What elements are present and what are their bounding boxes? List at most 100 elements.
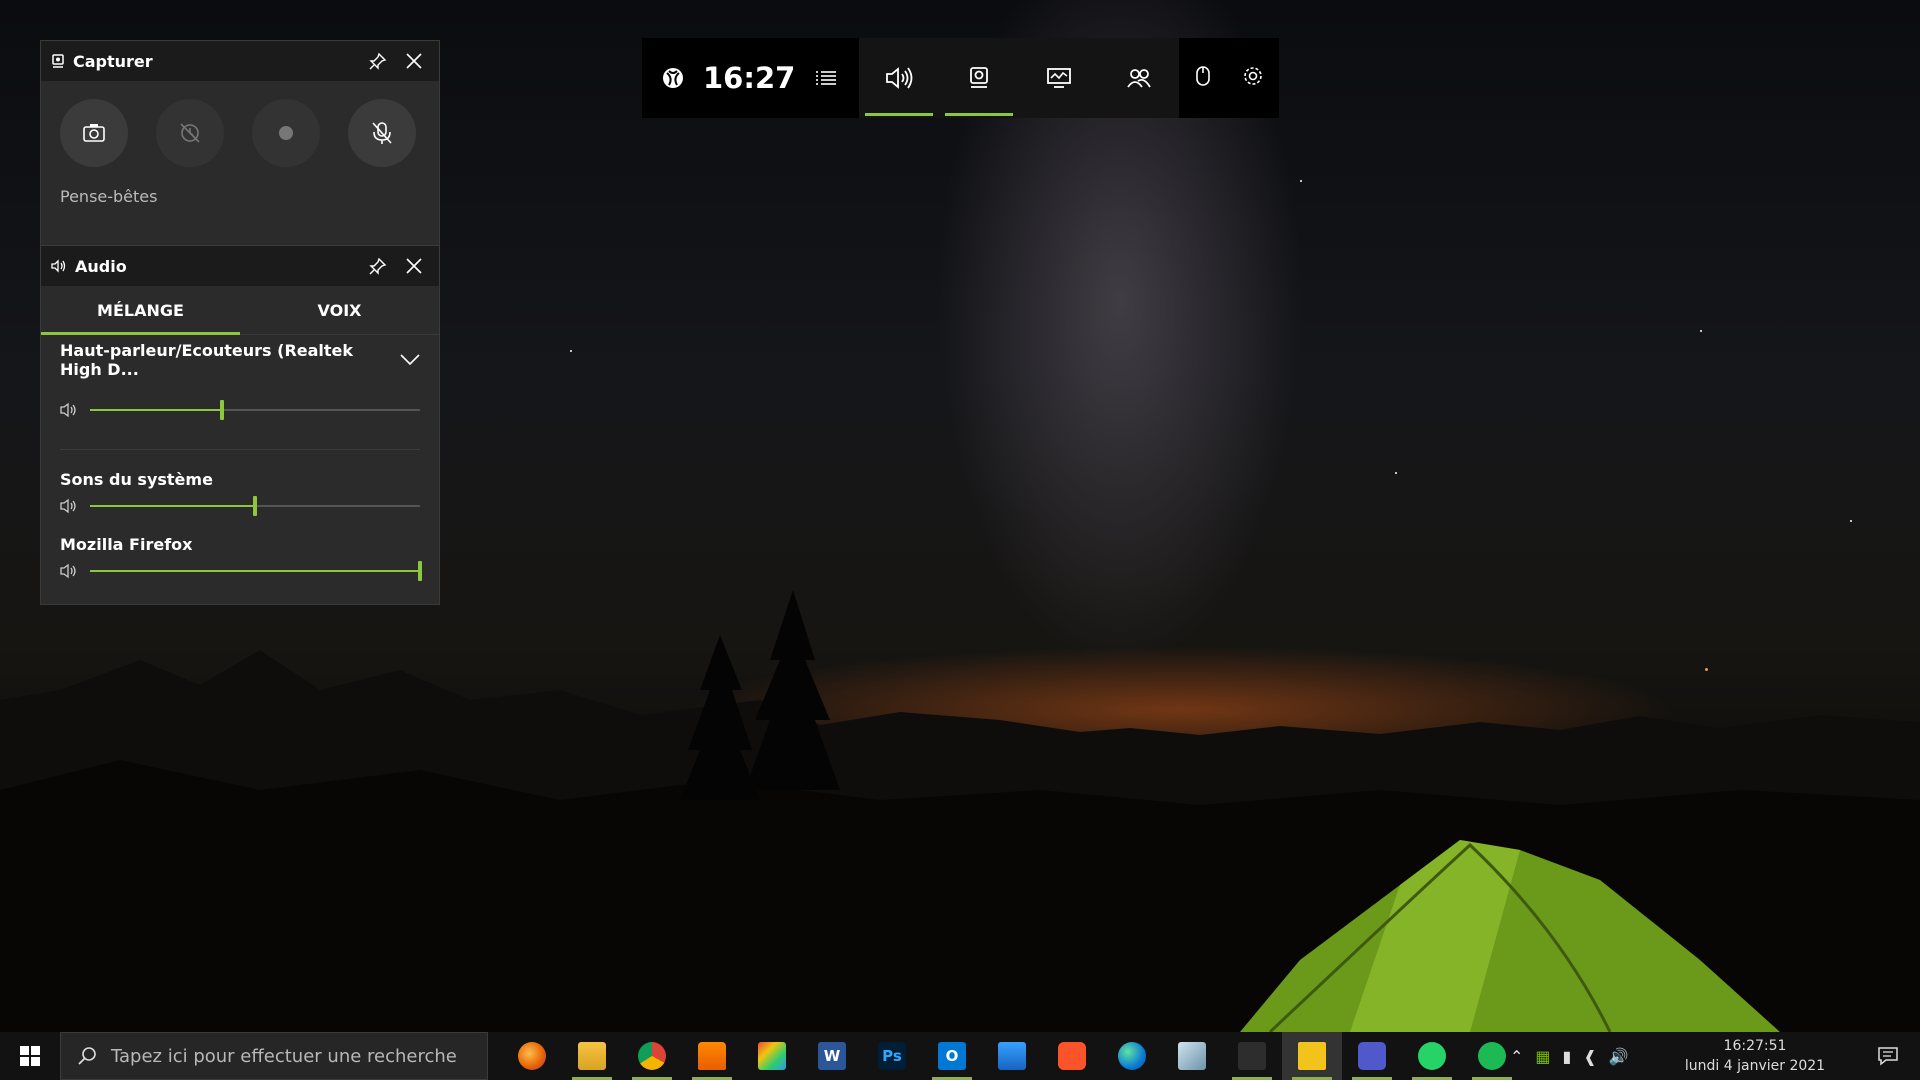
taskbar-app-phone-app[interactable] — [982, 1032, 1042, 1080]
search-placeholder: Tapez ici pour effectuer une recherche — [111, 1045, 457, 1067]
app-name-firefox: Mozilla Firefox — [60, 535, 193, 554]
volume-icon[interactable]: 🔊 — [1609, 1047, 1629, 1066]
taskbar: Tapez ici pour effectuer une recherche W… — [0, 1032, 1920, 1080]
taskbar-date: lundi 4 janvier 2021 — [1684, 1058, 1826, 1074]
speaker-icon — [60, 563, 76, 579]
battery-icon[interactable]: ▮ — [1563, 1047, 1572, 1066]
taskbar-apps: W Ps O — [502, 1032, 1522, 1080]
taskbar-app-chrome[interactable] — [622, 1032, 682, 1080]
firefox-icon — [518, 1042, 546, 1070]
widget-menu-icon[interactable] — [813, 65, 839, 91]
taskbar-app-equalizer-app[interactable] — [1222, 1032, 1282, 1080]
close-icon[interactable] — [399, 251, 429, 281]
pin-icon[interactable] — [363, 251, 393, 281]
chrome-icon — [638, 1042, 666, 1070]
spotify-icon — [1478, 1042, 1506, 1070]
photoshop-icon: Ps — [878, 1042, 906, 1070]
taskbar-time: 16:27:51 — [1723, 1038, 1787, 1054]
game-bar: 16:27 — [642, 38, 1279, 118]
game-bar-settings-area — [1179, 38, 1279, 118]
mouse-icon[interactable] — [1195, 65, 1211, 91]
audio-widget-title: Audio — [75, 256, 127, 276]
system-sounds-volume-row — [41, 491, 439, 521]
wifi-icon[interactable]: ❰ — [1583, 1047, 1596, 1066]
audio-widget: Audio MÉLANGE VOIX Haut-parleur/Ecouteur… — [40, 245, 440, 605]
capture-widget-button[interactable] — [939, 38, 1019, 118]
record-last-button[interactable] — [156, 99, 224, 167]
taskbar-app-vlc[interactable] — [682, 1032, 742, 1080]
capture-widget: Capturer Pense-bêtes — [40, 40, 440, 250]
taskbar-clock[interactable]: 16:27:51 lundi 4 janvier 2021 — [1680, 1032, 1830, 1080]
notes-label: Pense-bêtes — [60, 187, 158, 206]
audio-widget-header[interactable]: Audio — [41, 246, 439, 286]
speaker-icon — [60, 402, 76, 418]
taskbar-app-files-app[interactable] — [1162, 1032, 1222, 1080]
system-sounds-volume-thumb[interactable] — [253, 496, 257, 516]
xbox-icon[interactable] — [660, 65, 686, 91]
chevron-down-icon — [400, 354, 420, 366]
taskbar-app-edge[interactable] — [1102, 1032, 1162, 1080]
capture-small-icon — [52, 54, 64, 68]
teams-icon — [1358, 1042, 1386, 1070]
capture-widget-title: Capturer — [73, 51, 153, 71]
screenshot-button[interactable] — [60, 99, 128, 167]
start-button[interactable] — [0, 1032, 60, 1080]
game-bar-clock: 16:27 — [703, 61, 796, 95]
settings-icon[interactable] — [1242, 65, 1264, 91]
capture-icon — [970, 67, 988, 88]
whatsapp-icon — [1418, 1042, 1446, 1070]
microphone-off-icon — [372, 122, 392, 144]
color-app-icon — [758, 1042, 786, 1070]
social-icon — [1127, 69, 1151, 88]
taskbar-app-teams[interactable] — [1342, 1032, 1402, 1080]
audio-widget-button[interactable] — [859, 38, 939, 118]
device-volume-thumb[interactable] — [220, 400, 224, 420]
output-device-dropdown[interactable]: Haut-parleur/Ecouteurs (Realtek High D..… — [41, 335, 439, 385]
sticky-notes-icon — [1298, 1042, 1326, 1070]
pin-icon[interactable] — [363, 46, 393, 76]
chevron-up-icon[interactable]: ⌃ — [1510, 1047, 1523, 1066]
tab-voice[interactable]: VOIX — [240, 286, 439, 334]
audio-tabs: MÉLANGE VOIX — [41, 286, 439, 335]
taskbar-app-word[interactable]: W — [802, 1032, 862, 1080]
taskbar-app-sticky-notes[interactable] — [1282, 1032, 1342, 1080]
camera-icon — [83, 124, 105, 142]
record-button[interactable] — [252, 99, 320, 167]
vlc-icon — [698, 1042, 726, 1070]
system-sounds-volume-slider[interactable] — [90, 496, 420, 516]
device-volume-slider[interactable] — [90, 400, 420, 420]
taskbar-app-whatsapp[interactable] — [1402, 1032, 1462, 1080]
firefox-volume-row — [41, 556, 439, 586]
output-device-label: Haut-parleur/Ecouteurs (Realtek High D..… — [60, 341, 354, 379]
speaker-icon — [60, 498, 76, 514]
taskbar-app-brave[interactable] — [1042, 1032, 1102, 1080]
taskbar-search-box[interactable]: Tapez ici pour effectuer une recherche — [60, 1032, 488, 1080]
app-name-system-sounds: Sons du système — [60, 470, 213, 489]
files-app-icon — [1178, 1042, 1206, 1070]
firefox-volume-slider[interactable] — [90, 561, 422, 581]
taskbar-app-firefox[interactable] — [502, 1032, 562, 1080]
tab-mix[interactable]: MÉLANGE — [41, 286, 240, 335]
taskbar-app-color-app[interactable] — [742, 1032, 802, 1080]
record-dot-icon — [279, 126, 293, 140]
search-icon — [78, 1047, 96, 1065]
firefox-volume-thumb[interactable] — [418, 561, 422, 581]
close-icon[interactable] — [399, 46, 429, 76]
taskbar-app-photoshop[interactable]: Ps — [862, 1032, 922, 1080]
device-volume-row — [41, 395, 439, 425]
performance-icon — [1047, 68, 1071, 88]
capture-widget-header[interactable]: Capturer — [41, 41, 439, 81]
equalizer-app-icon — [1238, 1042, 1266, 1070]
audio-icon — [886, 67, 913, 89]
performance-widget-button[interactable] — [1019, 38, 1099, 118]
outlook-icon: O — [938, 1042, 966, 1070]
microphone-toggle-button[interactable] — [348, 99, 416, 167]
brave-icon — [1058, 1042, 1086, 1070]
nvidia-icon[interactable]: ▦ — [1535, 1047, 1550, 1066]
social-widget-button[interactable] — [1099, 38, 1179, 118]
taskbar-app-outlook[interactable]: O — [922, 1032, 982, 1080]
notification-center-icon[interactable] — [1868, 1032, 1908, 1080]
taskbar-app-file-explorer[interactable] — [562, 1032, 622, 1080]
game-bar-widgets — [859, 38, 1179, 118]
windows-icon — [20, 1046, 40, 1066]
